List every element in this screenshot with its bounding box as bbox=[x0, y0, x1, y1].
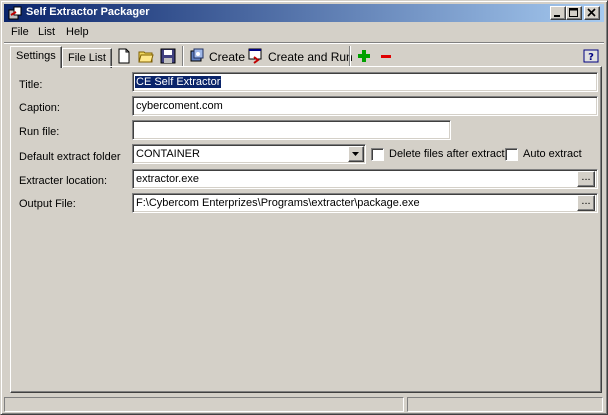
extracter-location-value: extractor.exe bbox=[136, 173, 199, 185]
output-file-label: Output File: bbox=[19, 198, 76, 210]
output-browse-button[interactable]: ... bbox=[577, 195, 595, 211]
caption-label: Caption: bbox=[19, 102, 60, 114]
status-pane-main bbox=[4, 397, 404, 412]
toolbar-separator bbox=[349, 46, 351, 66]
minimize-icon bbox=[554, 15, 560, 17]
auto-extract-checkbox[interactable] bbox=[505, 148, 518, 161]
menu-separator bbox=[4, 42, 604, 44]
maximize-icon bbox=[569, 8, 578, 17]
create-button[interactable]: Create bbox=[209, 50, 245, 64]
create-and-run-icon[interactable] bbox=[248, 48, 264, 64]
title-label: Title: bbox=[19, 79, 43, 91]
extract-folder-value: CONTAINER bbox=[136, 148, 200, 160]
menu-file[interactable]: File bbox=[11, 26, 29, 38]
minimize-button[interactable] bbox=[550, 6, 566, 20]
title-value: CE Self Extractor bbox=[135, 76, 222, 88]
create-and-run-button[interactable]: Create and Run bbox=[268, 50, 353, 64]
save-disk-icon[interactable] bbox=[160, 48, 176, 64]
maximize-button[interactable] bbox=[566, 6, 582, 20]
svg-text:?: ? bbox=[588, 52, 594, 63]
menu-bar: File List Help bbox=[4, 23, 604, 42]
extracter-location-input[interactable]: extractor.exe ... bbox=[132, 169, 598, 189]
extract-folder-label: Default extract folder bbox=[19, 151, 121, 163]
help-icon[interactable]: ? bbox=[583, 48, 599, 64]
close-button[interactable] bbox=[584, 6, 600, 20]
tab-file-list-label: File List bbox=[68, 52, 106, 64]
main-window: Self Extractor Packager File List Help S… bbox=[0, 0, 608, 415]
caption-input[interactable]: cybercoment.com bbox=[132, 96, 598, 116]
tab-file-list[interactable]: File List bbox=[62, 48, 112, 68]
delete-files-checkbox[interactable] bbox=[371, 148, 384, 161]
window-title: Self Extractor Packager bbox=[26, 6, 150, 18]
chevron-down-icon bbox=[352, 152, 359, 156]
menu-list[interactable]: List bbox=[38, 26, 55, 38]
tab-settings-label: Settings bbox=[16, 50, 56, 62]
title-bar[interactable]: Self Extractor Packager bbox=[4, 4, 604, 22]
status-bar bbox=[4, 396, 604, 413]
remove-icon[interactable] bbox=[378, 48, 394, 64]
caption-value: cybercoment.com bbox=[136, 100, 223, 112]
menu-help[interactable]: Help bbox=[66, 26, 89, 38]
close-icon bbox=[587, 8, 596, 17]
run-file-input[interactable] bbox=[132, 120, 451, 140]
open-folder-icon[interactable] bbox=[138, 48, 154, 64]
title-input[interactable]: CE Self Extractor bbox=[132, 72, 598, 92]
extract-folder-dropdown-button[interactable] bbox=[348, 146, 364, 162]
new-file-icon[interactable] bbox=[116, 48, 132, 64]
create-package-icon[interactable] bbox=[189, 48, 205, 64]
app-icon bbox=[8, 6, 22, 20]
extract-folder-select[interactable]: CONTAINER bbox=[132, 144, 366, 164]
add-icon[interactable] bbox=[356, 48, 372, 64]
run-file-label: Run file: bbox=[19, 126, 60, 138]
toolbar-separator bbox=[182, 46, 184, 66]
status-pane-secondary bbox=[407, 397, 603, 412]
output-file-value: F:\Cybercom Enterprizes\Programs\extract… bbox=[136, 197, 420, 209]
extracter-location-label: Extracter location: bbox=[19, 175, 108, 187]
tab-settings[interactable]: Settings bbox=[10, 46, 62, 68]
output-file-input[interactable]: F:\Cybercom Enterprizes\Programs\extract… bbox=[132, 193, 598, 213]
extracter-browse-button[interactable]: ... bbox=[577, 171, 595, 187]
delete-files-label: Delete files after extract bbox=[389, 148, 505, 160]
auto-extract-label: Auto extract bbox=[523, 148, 582, 160]
